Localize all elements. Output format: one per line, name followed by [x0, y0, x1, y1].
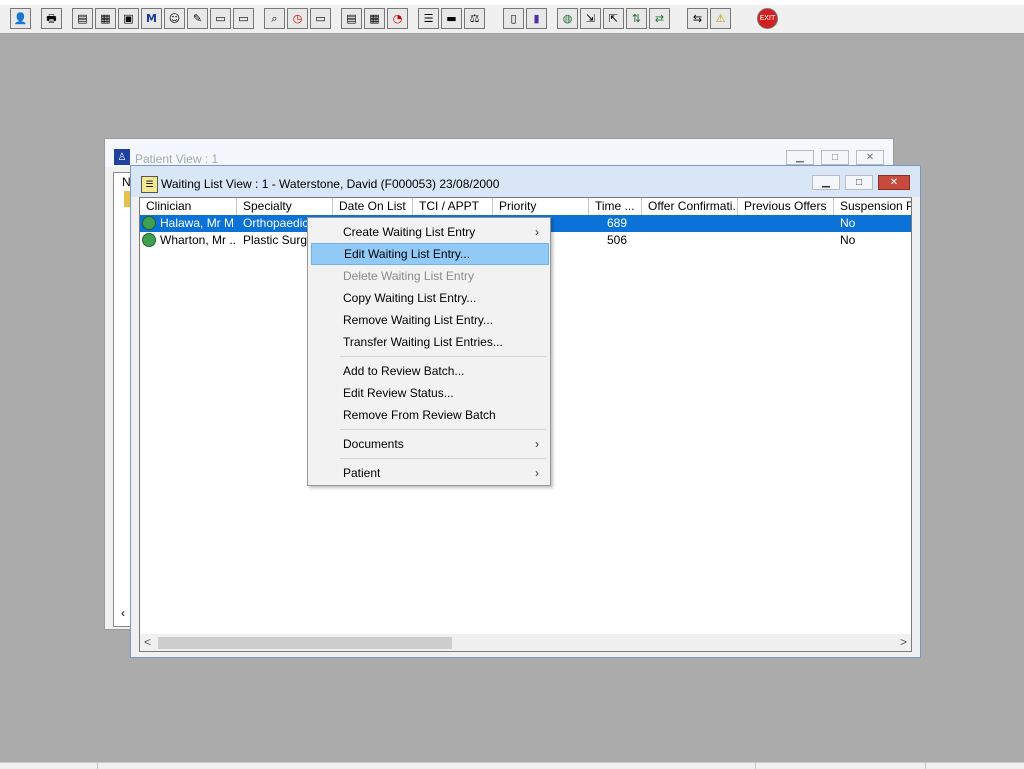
menu-item-add-to-review-batch[interactable]: Add to Review Batch... [311, 360, 549, 382]
globe-icon [142, 216, 156, 230]
column-header-previous-offers[interactable]: Previous Offers [738, 198, 834, 215]
cell-time: 689 [607, 216, 628, 230]
transfer-icon[interactable]: ⇅ [626, 8, 647, 29]
waiting-list-title: Waiting List View : 1 - Waterstone, Davi… [161, 177, 500, 191]
menu-item-patient[interactable]: Patient › [311, 462, 549, 484]
menu-item-label: Transfer Waiting List Entries... [343, 335, 503, 349]
column-header-suspension[interactable]: Suspension Pe [834, 198, 911, 215]
m-icon[interactable]: M [141, 8, 162, 29]
ambulance-icon[interactable]: ▭ [210, 8, 231, 29]
column-header-priority[interactable]: Priority [493, 198, 589, 215]
exit-label: EXIT [759, 14, 776, 22]
main-toolbar: 👤 🖶 ▤ ▦ ▣ M ☺ ✎ ▭ ▭ ⌕ ◷ ▭ ▤ ▦ ◔ ☰ ▬ ⚖ ▯ … [0, 5, 1024, 34]
calendar-icon[interactable]: ▦ [364, 8, 385, 29]
minimize-button[interactable]: ▁ [786, 150, 814, 165]
menu-item-remove-from-review-batch[interactable]: Remove From Review Batch [311, 404, 549, 426]
exit-icon[interactable]: EXIT [757, 8, 778, 29]
menu-item-label: Patient [343, 466, 381, 480]
column-header-specialty[interactable]: Specialty [237, 198, 333, 215]
export-icon[interactable]: ⇲ [580, 8, 601, 29]
clock-icon[interactable]: ◷ [287, 8, 308, 29]
bar-chart-icon[interactable]: ▮ [526, 8, 547, 29]
person-icon[interactable]: ☺ [164, 8, 185, 29]
status-segment [925, 763, 926, 769]
menu-item-transfer-waiting-list-entries[interactable]: Transfer Waiting List Entries... [311, 331, 549, 353]
chart-icon[interactable]: ▤ [341, 8, 362, 29]
column-header-offer-confirmation[interactable]: Offer Confirmati... [642, 198, 738, 215]
menu-item-label: Edit Waiting List Entry... [344, 247, 471, 261]
status-segment [755, 763, 756, 769]
maximize-button[interactable]: □ [845, 175, 873, 190]
printer-icon[interactable]: 🖶 [41, 8, 62, 29]
globe-icon[interactable]: ◍ [557, 8, 578, 29]
table-header: Clinician Specialty Date On List TCI / A… [140, 198, 911, 216]
status-segment [97, 763, 98, 769]
column-header-tci-appt[interactable]: TCI / APPT [413, 198, 493, 215]
scroll-right-icon[interactable]: > [900, 635, 907, 649]
cell-clinician: Wharton, Mr ... [160, 233, 235, 247]
menu-item-label: Edit Review Status... [343, 386, 454, 400]
menu-item-label: Documents [343, 437, 404, 451]
close-button[interactable]: ✕ [878, 175, 910, 190]
menu-item-remove-waiting-list-entry[interactable]: Remove Waiting List Entry... [311, 309, 549, 331]
horizontal-scrollbar[interactable]: < > [140, 634, 911, 651]
menu-item-label: Copy Waiting List Entry... [343, 291, 477, 305]
menu-item-documents[interactable]: Documents › [311, 433, 549, 455]
menu-item-label: Delete Waiting List Entry [343, 269, 474, 283]
form-icon[interactable]: ▦ [95, 8, 116, 29]
menu-item-edit-waiting-list-entry[interactable]: Edit Waiting List Entry... [311, 243, 549, 265]
clinician-icon[interactable]: 👤 [10, 8, 31, 29]
menu-item-label: Create Waiting List Entry [343, 225, 476, 239]
document-icon[interactable]: ▣ [118, 8, 139, 29]
menu-separator [340, 356, 546, 357]
vehicle-icon[interactable]: ▭ [233, 8, 254, 29]
minimize-button[interactable]: ▁ [812, 175, 840, 190]
patient-view-title: Patient View : 1 [135, 152, 219, 166]
bed-icon[interactable]: ▬ [441, 8, 462, 29]
search-document-icon[interactable]: ⌕ [264, 8, 285, 29]
chevron-right-icon: › [535, 466, 539, 480]
cell-suspension: No [840, 216, 856, 230]
menu-separator [340, 429, 546, 430]
scroll-thumb[interactable] [158, 637, 452, 649]
cell-clinician: Halawa, Mr M [160, 216, 235, 230]
blank-page-icon[interactable]: ▯ [503, 8, 524, 29]
swap-icon[interactable]: ⇄ [649, 8, 670, 29]
menu-item-edit-review-status[interactable]: Edit Review Status... [311, 382, 549, 404]
menu-item-delete-waiting-list-entry: Delete Waiting List Entry [311, 265, 549, 287]
book-icon[interactable]: ▤ [72, 8, 93, 29]
swap-arrows-icon[interactable]: ⇆ [687, 8, 708, 29]
scroll-left-arrow[interactable]: ‹ [121, 606, 125, 620]
cell-time: 506 [607, 233, 628, 247]
column-header-time[interactable]: Time ... [589, 198, 642, 215]
notepad-icon[interactable]: ☰ [418, 8, 439, 29]
maximize-button[interactable]: □ [821, 150, 849, 165]
waiting-list-titlebar[interactable]: ☰ Waiting List View : 1 - Waterstone, Da… [131, 166, 920, 197]
menu-item-label: Remove From Review Batch [343, 408, 496, 422]
menu-separator [340, 458, 546, 459]
import-icon[interactable]: ⇱ [603, 8, 624, 29]
scroll-left-icon[interactable]: < [144, 635, 151, 649]
chevron-right-icon: › [535, 437, 539, 451]
menu-item-label: Add to Review Batch... [343, 364, 465, 378]
cell-suspension: No [840, 233, 856, 247]
chevron-right-icon: › [535, 225, 539, 239]
notes-icon[interactable]: ✎ [187, 8, 208, 29]
menu-item-label: Remove Waiting List Entry... [343, 313, 494, 327]
warning-icon[interactable]: ⚠ [710, 8, 731, 29]
context-menu: Create Waiting List Entry › Edit Waiting … [307, 217, 551, 486]
stopwatch-icon[interactable]: ◔ [387, 8, 408, 29]
monitor-icon[interactable]: ▭ [310, 8, 331, 29]
menu-item-create-waiting-list-entry[interactable]: Create Waiting List Entry › [311, 221, 549, 243]
patient-icon: ♙ [114, 149, 130, 165]
column-header-date-on-list[interactable]: Date On List [333, 198, 413, 215]
close-button[interactable]: ✕ [856, 150, 884, 165]
column-header-clinician[interactable]: Clinician [140, 198, 237, 215]
scale-icon[interactable]: ⚖ [464, 8, 485, 29]
menu-item-copy-waiting-list-entry[interactable]: Copy Waiting List Entry... [311, 287, 549, 309]
globe-warning-icon [142, 233, 156, 247]
patient-view-titlebar[interactable]: ♙ Patient View : 1 ▁ □ ✕ [105, 139, 893, 167]
list-icon: ☰ [141, 176, 158, 193]
